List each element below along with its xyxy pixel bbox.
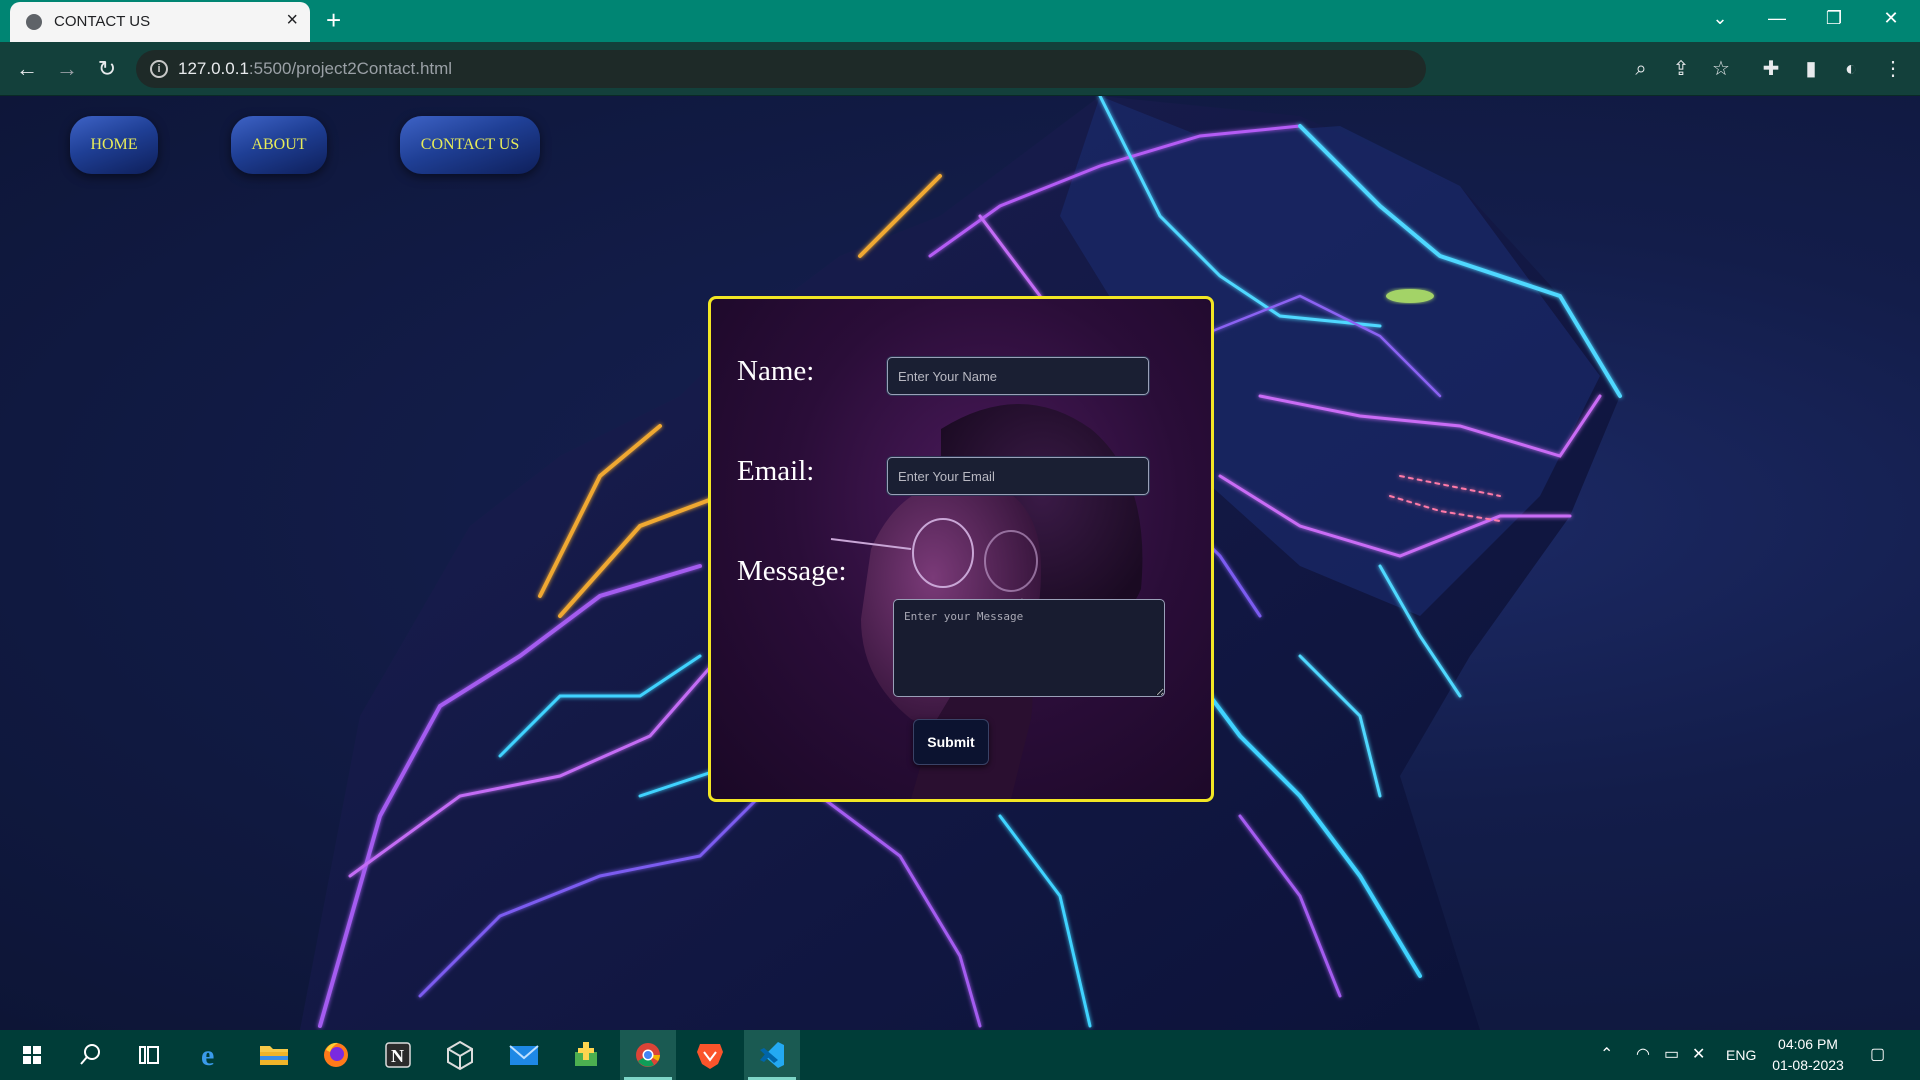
- menu-kebab-icon[interactable]: ⋮: [1880, 56, 1906, 82]
- edge-app[interactable]: e: [184, 1030, 240, 1080]
- task-view-button[interactable]: [122, 1030, 178, 1080]
- site-info-icon[interactable]: i: [150, 60, 168, 78]
- address-toolbar: ← → ↻ i 127.0.0.1:5500/project2Contact.h…: [0, 42, 1920, 96]
- nav-about-link[interactable]: ABOUT: [231, 116, 327, 174]
- svg-text:N: N: [391, 1046, 404, 1066]
- nav-home-link[interactable]: HOME: [70, 116, 158, 174]
- firefox-icon: [324, 1042, 348, 1067]
- tab-title: CONTACT US: [54, 13, 151, 30]
- back-icon[interactable]: ←: [14, 56, 40, 82]
- cube-icon: [447, 1040, 473, 1071]
- page-content: HOME ABOUT CONTACT US Name: Enter Your N…: [0, 96, 1920, 1030]
- installer-app[interactable]: [558, 1030, 614, 1080]
- chrome-app[interactable]: [620, 1030, 676, 1080]
- file-explorer-app[interactable]: [246, 1030, 302, 1080]
- bookmark-star-icon[interactable]: ☆: [1708, 56, 1734, 82]
- clock-date: 01-08-2023: [1772, 1057, 1844, 1073]
- brave-app[interactable]: [682, 1030, 738, 1080]
- start-button[interactable]: [4, 1030, 60, 1080]
- search-icon: [80, 1044, 100, 1065]
- email-label: Email:: [737, 455, 815, 487]
- name-label: Name:: [737, 355, 815, 387]
- extensions-icon[interactable]: ✚: [1758, 56, 1784, 82]
- window-close-icon[interactable]: ✕: [1871, 6, 1911, 30]
- clock-time: 04:06 PM: [1778, 1036, 1838, 1052]
- brave-lion-icon: [697, 1044, 723, 1069]
- close-tab-icon[interactable]: ×: [286, 10, 298, 30]
- profile-avatar-icon[interactable]: ◐: [1838, 56, 1864, 82]
- battery-icon[interactable]: ▭: [1664, 1045, 1679, 1065]
- new-tab-icon[interactable]: +: [326, 6, 341, 34]
- firefox-app[interactable]: [308, 1030, 364, 1080]
- tab-search-icon[interactable]: ⌄: [1700, 6, 1740, 30]
- folder-icon: [260, 1046, 288, 1065]
- browser-tab[interactable]: CONTACT US ×: [10, 2, 310, 42]
- email-input[interactable]: [887, 457, 1149, 495]
- forward-icon[interactable]: →: [54, 56, 80, 82]
- url-path: :5500/project2Contact.html: [248, 59, 453, 78]
- zoom-icon[interactable]: ⌕: [1628, 56, 1654, 82]
- notion-icon: N: [385, 1042, 411, 1068]
- language-indicator[interactable]: ENG: [1726, 1045, 1756, 1065]
- url-host: 127.0.0.1: [178, 59, 249, 78]
- show-hidden-icons-icon[interactable]: ⌃: [1600, 1045, 1613, 1065]
- globe-icon: [26, 14, 42, 30]
- installer-icon: [575, 1042, 597, 1066]
- notification-center-icon[interactable]: ▢: [1870, 1045, 1885, 1065]
- vscode-icon: [760, 1042, 784, 1068]
- submit-button[interactable]: Submit: [913, 719, 989, 765]
- wifi-icon[interactable]: ◠: [1636, 1045, 1650, 1065]
- reload-icon[interactable]: ↻: [94, 56, 120, 82]
- volume-muted-icon[interactable]: ✕: [1692, 1045, 1705, 1065]
- url-text[interactable]: 127.0.0.1:5500/project2Contact.html: [178, 59, 452, 79]
- mail-icon: [509, 1045, 539, 1065]
- windows-taskbar: e N ⌃ ◠ ▭ ✕ ENG 04:06 PM 01-08-2023 ▢: [0, 1030, 1920, 1080]
- message-textarea[interactable]: [893, 599, 1165, 697]
- clock[interactable]: 04:06 PM 01-08-2023: [1758, 1034, 1858, 1076]
- side-panel-icon[interactable]: ▮: [1798, 56, 1824, 82]
- share-icon[interactable]: ⇪: [1668, 56, 1694, 82]
- svg-text:e: e: [201, 1039, 214, 1072]
- message-label: Message:: [737, 555, 847, 587]
- contact-form: Name: Email: Message: Submit: [708, 296, 1214, 802]
- mail-app[interactable]: [496, 1030, 552, 1080]
- nav-contact-link[interactable]: CONTACT US: [400, 116, 540, 174]
- minimize-icon[interactable]: —: [1757, 6, 1797, 30]
- windows-logo-icon: [23, 1046, 41, 1064]
- search-taskbar-button[interactable]: [62, 1030, 118, 1080]
- restore-icon[interactable]: ❐: [1814, 6, 1854, 30]
- task-view-icon: [139, 1046, 159, 1064]
- vscode-app[interactable]: [744, 1030, 800, 1080]
- chrome-icon: [636, 1043, 660, 1067]
- edge-icon: e: [201, 1039, 214, 1072]
- name-input[interactable]: [887, 357, 1149, 395]
- 3d-viewer-app[interactable]: [432, 1030, 488, 1080]
- address-bar[interactable]: i 127.0.0.1:5500/project2Contact.html: [136, 50, 1426, 88]
- notion-app[interactable]: N: [370, 1030, 426, 1080]
- browser-tab-strip: CONTACT US × + ⌄ — ❐ ✕: [0, 0, 1920, 42]
